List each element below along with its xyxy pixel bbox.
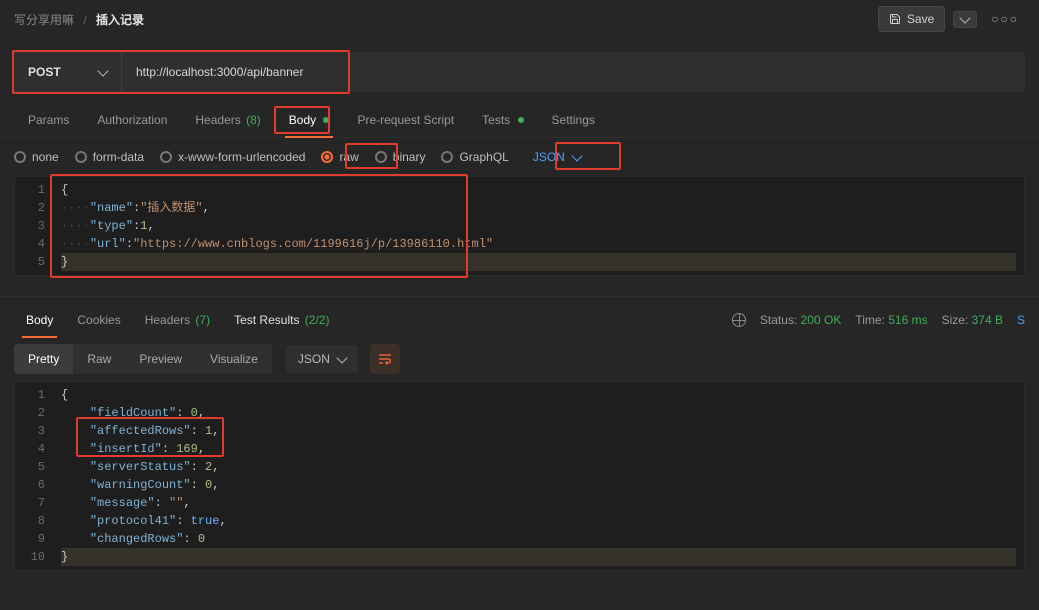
chevron-down-icon: [336, 352, 347, 363]
status-value: 200 OK: [801, 313, 842, 327]
tab-tests-label: Tests: [482, 113, 510, 127]
response-format-label: JSON: [298, 352, 330, 366]
tab-tests[interactable]: Tests: [468, 103, 537, 137]
radio-label: form-data: [93, 150, 144, 164]
body-type-none[interactable]: none: [14, 150, 59, 164]
save-dropdown-button[interactable]: [953, 11, 977, 28]
wrap-icon: [377, 352, 393, 366]
code-key: "message": [90, 496, 155, 510]
code-token: {: [61, 388, 68, 402]
tab-authorization[interactable]: Authorization: [83, 103, 181, 137]
save-button[interactable]: Save: [878, 6, 945, 32]
chevron-down-icon: [960, 12, 971, 23]
breadcrumb-sep: /: [83, 13, 86, 27]
tab-headers-label: Headers: [195, 113, 240, 127]
response-tab-cookies[interactable]: Cookies: [65, 303, 132, 337]
radio-icon: [160, 151, 172, 163]
highlight-box: [555, 142, 621, 170]
code-number: 0: [198, 532, 205, 546]
radio-icon: [14, 151, 26, 163]
code-string: "": [169, 496, 183, 510]
view-visualize[interactable]: Visualize: [196, 344, 272, 374]
radio-icon: [75, 151, 87, 163]
save-icon: [889, 13, 901, 25]
tab-headers-count: (8): [246, 113, 261, 127]
breadcrumb-current: 插入记录: [96, 13, 144, 27]
response-format-select[interactable]: JSON: [286, 345, 358, 373]
size-value: 374 B: [972, 313, 1003, 327]
highlight-box: [50, 174, 468, 278]
response-body-editor[interactable]: 12345678910 { "fieldCount": 0, "affected…: [14, 381, 1025, 571]
response-view-segmented: Pretty Raw Preview Visualize: [14, 344, 272, 374]
highlight-box: [12, 50, 350, 94]
editor-gutter: 12345: [15, 177, 53, 275]
response-tab-tr-label: Test Results: [234, 313, 299, 327]
radio-icon: [321, 151, 333, 163]
time-value: 516 ms: [888, 313, 927, 327]
body-type-graphql[interactable]: GraphQL: [441, 150, 508, 164]
response-tab-body[interactable]: Body: [14, 303, 65, 337]
globe-icon[interactable]: [732, 313, 746, 327]
tab-settings[interactable]: Settings: [538, 103, 609, 137]
highlight-box: [76, 417, 224, 457]
response-tab-headers-label: Headers: [145, 313, 190, 327]
code-bool: true: [191, 514, 220, 528]
tab-prerequest[interactable]: Pre-request Script: [343, 103, 468, 137]
body-type-form-data[interactable]: form-data: [75, 150, 144, 164]
editor-code[interactable]: { "fieldCount": 0, "affectedRows": 1, "i…: [53, 382, 1024, 570]
more-menu-button[interactable]: ○○○: [985, 8, 1025, 30]
code-key: "changedRows": [90, 532, 184, 546]
tab-headers[interactable]: Headers (8): [181, 103, 274, 137]
response-meta: Status: 200 OK Time: 516 ms Size: 374 B …: [732, 313, 1025, 327]
response-tab-tr-count: (2/2): [305, 313, 330, 327]
response-tab-test-results[interactable]: Test Results (2/2): [222, 303, 341, 337]
dot-indicator-icon: [518, 117, 524, 123]
breadcrumb: 写分享用嘛 / 插入记录: [14, 11, 144, 28]
view-raw[interactable]: Raw: [73, 344, 125, 374]
view-pretty[interactable]: Pretty: [14, 344, 73, 374]
code-token: }: [61, 550, 68, 564]
radio-label: x-www-form-urlencoded: [178, 150, 305, 164]
breadcrumb-parent[interactable]: 写分享用嘛: [14, 13, 74, 27]
time-label: Time:: [855, 313, 885, 327]
size-label: Size:: [942, 313, 969, 327]
code-key: "warningCount": [90, 478, 191, 492]
highlight-box: [345, 143, 398, 169]
body-type-x-www[interactable]: x-www-form-urlencoded: [160, 150, 305, 164]
response-tab-headers-count: (7): [195, 313, 210, 327]
editor-gutter: 12345678910: [15, 382, 53, 570]
highlight-box: [274, 106, 330, 134]
tab-params[interactable]: Params: [14, 103, 83, 137]
code-key: "protocol41": [90, 514, 176, 528]
status-label: Status:: [760, 313, 797, 327]
view-preview[interactable]: Preview: [125, 344, 196, 374]
radio-label: GraphQL: [459, 150, 508, 164]
response-tab-headers[interactable]: Headers (7): [133, 303, 222, 337]
code-key: "serverStatus": [90, 460, 191, 474]
radio-icon: [441, 151, 453, 163]
save-button-label: Save: [907, 12, 934, 26]
wrap-lines-button[interactable]: [370, 344, 400, 374]
save-response-button[interactable]: S: [1017, 313, 1025, 327]
radio-label: none: [32, 150, 59, 164]
